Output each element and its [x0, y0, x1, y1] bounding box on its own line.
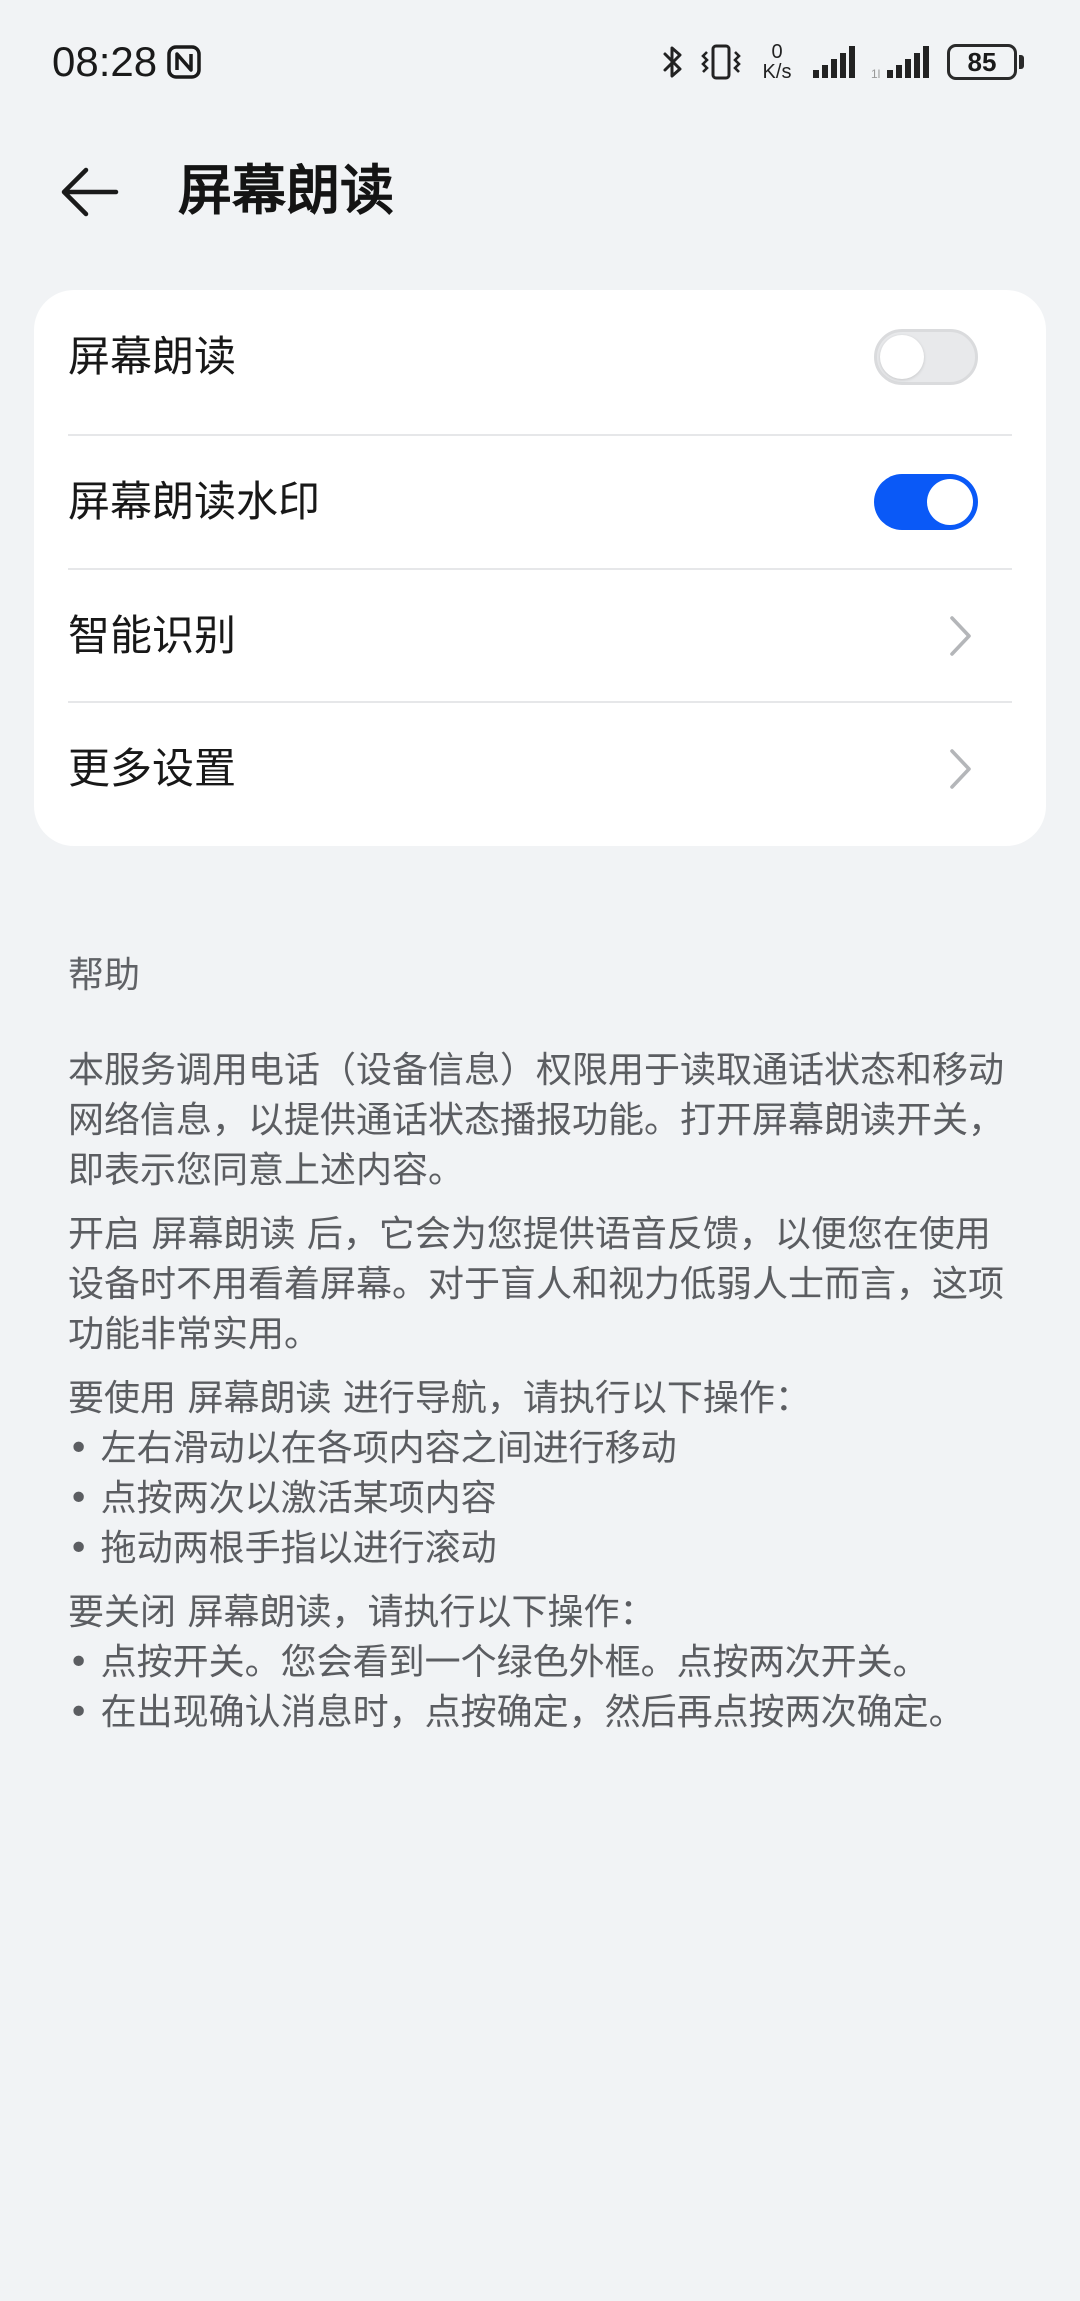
signal-icon — [813, 46, 855, 78]
help-bullet: • 左右滑动以在各项内容之间进行移动 — [68, 1428, 677, 1469]
arrow-left-icon — [61, 167, 119, 217]
setting-row-more-settings[interactable]: 更多设置 — [34, 702, 1012, 836]
battery-cap — [1019, 55, 1024, 69]
toggle-knob — [880, 335, 924, 379]
net-speed-value: 0 — [771, 41, 783, 63]
settings-card: 屏幕朗读 屏幕朗读水印 智能识别 更多设置 — [34, 290, 1046, 846]
battery-level: 85 — [947, 44, 1017, 80]
help-paragraph: 开启 屏幕朗读 后，它会为您提供语音反馈，以便您在使用设备时不用看着屏幕。对于盲… — [68, 1214, 1005, 1355]
screen: 08:28 0 K/s 1l 85 屏幕朗读 屏幕朗读 屏幕朗读水印 智能识别 … — [0, 0, 1080, 2301]
bluetooth-icon — [663, 46, 682, 78]
net-speed-unit: K/s — [762, 61, 792, 83]
battery-indicator: 85 — [947, 44, 1024, 80]
status-bar: 08:28 0 K/s 1l 85 — [0, 0, 1080, 120]
help-bullet: • 在出现确认消息时，点按确定，然后再点按两次确定。 — [68, 1692, 965, 1733]
status-icons: 0 K/s 1l 85 — [661, 36, 1024, 88]
chevron-right-icon — [950, 749, 971, 789]
help-bullet: • 拖动两根手指以进行滚动 — [68, 1528, 497, 1569]
help-title: 帮助 — [68, 955, 141, 996]
help-body: 本服务调用电话（设备信息）权限用于读取通话状态和移动网络信息，以提供通话状态播报… — [68, 1046, 1018, 1738]
chevron-right-icon — [950, 616, 971, 656]
toggle-knob — [927, 479, 973, 525]
screen-reader-toggle[interactable] — [874, 329, 978, 385]
back-button[interactable] — [60, 162, 140, 222]
status-time: 08:28 — [52, 38, 158, 85]
setting-label: 更多设置 — [68, 744, 237, 793]
setting-label: 智能识别 — [68, 611, 237, 660]
nfc-icon — [167, 45, 201, 79]
setting-row-smart-recognition[interactable]: 智能识别 — [34, 569, 1012, 703]
help-nav-intro: 要使用 屏幕朗读 进行导航，请执行以下操作： — [68, 1378, 811, 1419]
setting-label: 屏幕朗读 — [68, 332, 237, 381]
vibrate-icon — [701, 44, 741, 80]
help-bullet: • 点按两次以激活某项内容 — [68, 1478, 497, 1519]
setting-row-watermark[interactable]: 屏幕朗读水印 — [34, 435, 1012, 569]
svg-text:1l: 1l — [871, 67, 880, 80]
page-title: 屏幕朗读 — [178, 159, 394, 222]
setting-row-screen-reader[interactable]: 屏幕朗读 — [34, 290, 1012, 424]
header: 屏幕朗读 — [0, 140, 1080, 240]
net-speed: 0 K/s — [757, 42, 797, 82]
help-close-intro: 要关闭 屏幕朗读，请执行以下操作： — [68, 1592, 656, 1633]
signal-icon-2: 1l — [871, 46, 929, 80]
help-bullet: • 点按开关。您会看到一个绿色外框。点按两次开关。 — [68, 1642, 929, 1683]
watermark-toggle[interactable] — [874, 474, 978, 530]
help-paragraph: 本服务调用电话（设备信息）权限用于读取通话状态和移动网络信息，以提供通话状态播报… — [68, 1050, 1005, 1191]
setting-label: 屏幕朗读水印 — [68, 477, 321, 526]
